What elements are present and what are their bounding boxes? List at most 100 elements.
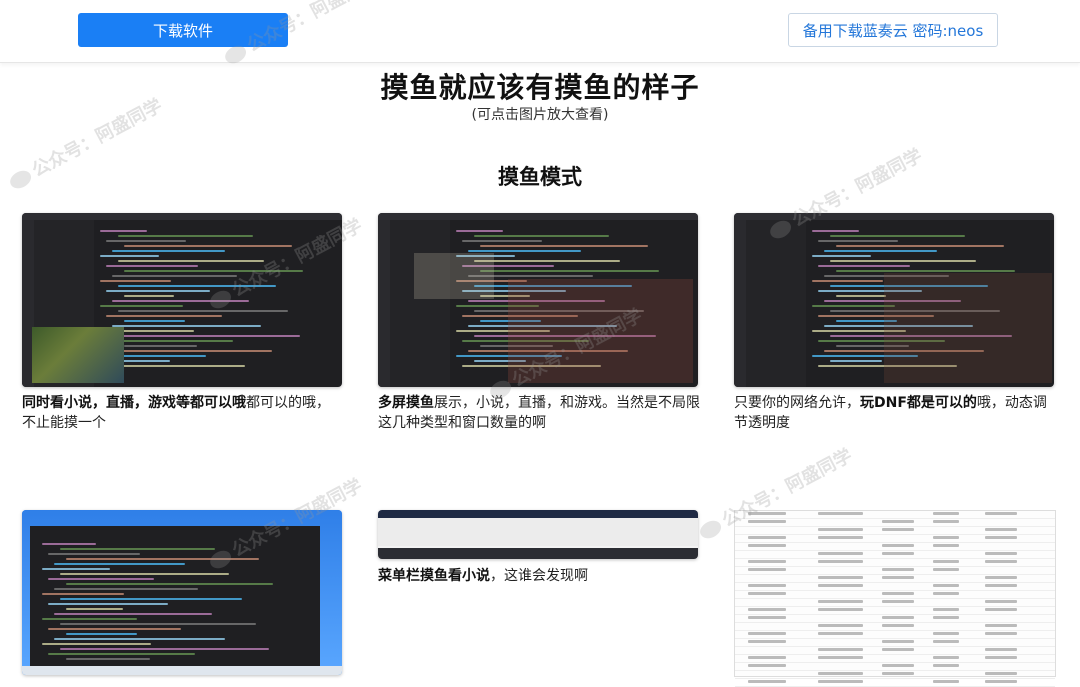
sheet-cell [818,632,863,635]
sheet-row [735,663,1055,671]
sheet-row [735,519,1055,527]
code-line [812,230,860,232]
sheet-cell [747,544,787,547]
code-line [42,568,110,570]
sheet-cell [882,592,915,595]
sheet-cell [984,632,1017,635]
sheet-row [735,567,1055,575]
sheet-row [735,631,1055,639]
code-line [836,245,1004,247]
code-line [124,345,198,347]
code-line [118,235,253,237]
code-line [118,310,288,312]
sheet-cell [984,552,1017,555]
code-line [100,305,183,307]
sheet-cell [882,552,915,555]
sheet-cell [933,584,959,587]
sheet-cell [882,528,915,531]
card-1-caption: 同时看小说，直播，游戏等都可以哦都可以的哦，不止能摸一个 [22,395,330,431]
sheet-cell [933,544,959,547]
code-line [60,548,216,550]
sheet-row [735,647,1055,655]
code-line [48,578,155,580]
sheet-row [735,615,1055,623]
sheet-row [735,535,1055,543]
sheet-cell [818,560,863,563]
sheet-cell [747,656,787,659]
sheet-row [735,607,1055,615]
code-line [830,260,977,262]
code-line [824,250,938,252]
code-line [106,315,222,317]
sheet-cell [747,632,787,635]
code-line [100,255,159,257]
sheet-cell [747,584,787,587]
code-line [106,290,210,292]
card-3-caption: 只要你的网络允许，玩DNF都是可以的哦，动态调节透明度 [734,395,1047,431]
sheet-cell [818,576,863,579]
sheet-cell [984,584,1017,587]
sheet-cell [882,520,915,523]
sheet-row [735,671,1055,679]
sheet-cell [984,560,1017,563]
sheet-row [735,527,1055,535]
sheet-row [735,575,1055,583]
sheet-cell [984,680,1017,683]
screenshot-card-1[interactable] [22,213,342,387]
sheet-cell [818,600,863,603]
code-line [106,265,199,267]
sheet-cell [933,632,959,635]
code-line [456,230,504,232]
sheet-cell [747,640,787,643]
card-5-caption: 菜单栏摸鱼看小说，这谁会发现啊 [378,568,588,584]
code-line [42,618,138,620]
code-line [60,573,229,575]
screenshot-card-4[interactable] [22,510,342,675]
sheet-cell [882,616,915,619]
code-line [54,613,212,615]
sheet-cell [818,608,863,611]
screenshot-card-5[interactable] [378,510,698,559]
code-line [100,280,171,282]
screenshot-card-6[interactable] [734,510,1056,687]
sheet-cell [882,648,915,651]
sheet-cell [818,656,863,659]
code-line [836,295,886,297]
code-line [462,240,543,242]
sheet-cell [882,624,915,627]
sheet-row [735,623,1055,631]
code-line [42,593,124,595]
code-line [48,603,168,605]
code-line [812,280,883,282]
game-window-thumbnail [32,327,124,383]
sheet-cell [933,560,959,563]
page-title: 摸鱼就应该有摸鱼的样子 [380,71,700,104]
sheet-cell [747,520,787,523]
sheet-cell [984,648,1017,651]
sheet-cell [747,616,787,619]
code-line [54,638,226,640]
sheet-cell [882,672,915,675]
sheet-cell [933,568,959,571]
code-line [66,583,273,585]
sheet-cell [747,536,787,539]
sheet-row [735,679,1055,687]
sheet-row [735,599,1055,607]
code-line [124,320,186,322]
sheet-cell [818,680,863,683]
code-line [60,648,270,650]
taskbar [378,548,698,559]
code-line [106,340,234,342]
code-line [66,658,151,660]
code-line [118,335,300,337]
sheet-cell [747,608,787,611]
dnf-window-overlay [884,273,1052,383]
novel-window-overlay [414,253,494,299]
top-bar: 下载软件 备用下载蓝奏云 密码:neos [0,0,1080,63]
code-line [480,245,648,247]
code-line [836,270,1016,272]
sheet-row [735,583,1055,591]
sheet-cell [747,592,787,595]
sheet-row [735,559,1055,567]
backup-download-button[interactable]: 备用下载蓝奏云 密码:neos [788,13,998,47]
